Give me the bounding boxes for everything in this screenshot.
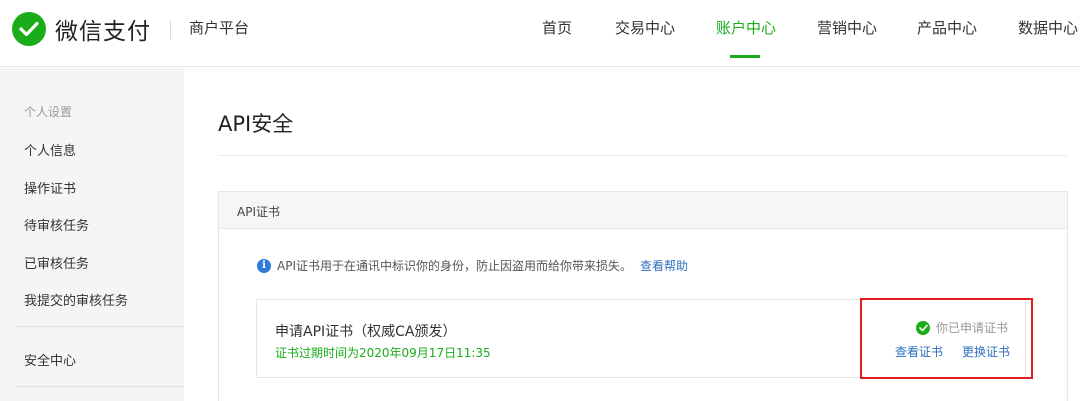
sidebar-item-personal-info[interactable]: 个人信息 bbox=[24, 140, 76, 159]
cert-name: 申请API证书（权威CA颁发） bbox=[275, 324, 457, 340]
top-header: 微信支付 商户平台 首页 交易中心 账户中心 营销中心 产品中心 数据中心 bbox=[0, 0, 1080, 67]
logo-text: 微信支付 bbox=[55, 19, 151, 45]
panel-header: API证书 bbox=[219, 192, 1067, 229]
wechat-pay-logo-icon bbox=[12, 12, 46, 46]
cert-expire-time: 证书过期时间为2020年09月17日11:35 bbox=[275, 346, 491, 360]
sidebar-item-reviewed-tasks[interactable]: 已审核任务 bbox=[24, 253, 89, 272]
nav-product-center[interactable]: 产品中心 bbox=[917, 17, 977, 38]
nav-data-center[interactable]: 数据中心 bbox=[1018, 17, 1078, 38]
sidebar: 个人设置 个人信息 操作证书 待审核任务 已审核任务 我提交的审核任务 安全中心 bbox=[0, 68, 184, 401]
nav-home[interactable]: 首页 bbox=[542, 17, 572, 38]
panel-header-label: API证书 bbox=[237, 205, 280, 219]
sidebar-divider bbox=[16, 386, 184, 387]
wechat-pay-logo[interactable]: 微信支付 bbox=[12, 12, 151, 46]
help-link[interactable]: 查看帮助 bbox=[640, 257, 688, 274]
sidebar-group-personal-settings: 个人设置 bbox=[24, 105, 73, 119]
nav-account-center[interactable]: 账户中心 bbox=[716, 17, 776, 38]
nav-trade-center[interactable]: 交易中心 bbox=[615, 17, 675, 38]
sidebar-item-operation-cert[interactable]: 操作证书 bbox=[24, 178, 76, 197]
title-divider bbox=[218, 155, 1068, 156]
logo-divider bbox=[170, 21, 171, 39]
sidebar-item-my-submitted-tasks[interactable]: 我提交的审核任务 bbox=[24, 290, 128, 309]
sidebar-item-pending-tasks[interactable]: 待审核任务 bbox=[24, 215, 89, 234]
page-title: API安全 bbox=[218, 112, 294, 136]
highlight-box bbox=[860, 298, 1033, 379]
info-text: API证书用于在通讯中标识你的身份，防止因盗用而给你带来损失。 bbox=[277, 259, 632, 273]
nav-active-indicator bbox=[730, 55, 760, 58]
info-notice: i API证书用于在通讯中标识你的身份，防止因盗用而给你带来损失。 查看帮助 bbox=[257, 257, 688, 274]
info-icon: i bbox=[257, 258, 271, 273]
sidebar-divider bbox=[16, 326, 184, 327]
nav-marketing-center[interactable]: 营销中心 bbox=[817, 17, 877, 38]
sidebar-item-security-center[interactable]: 安全中心 bbox=[24, 350, 76, 369]
platform-name: 商户平台 bbox=[189, 19, 250, 37]
